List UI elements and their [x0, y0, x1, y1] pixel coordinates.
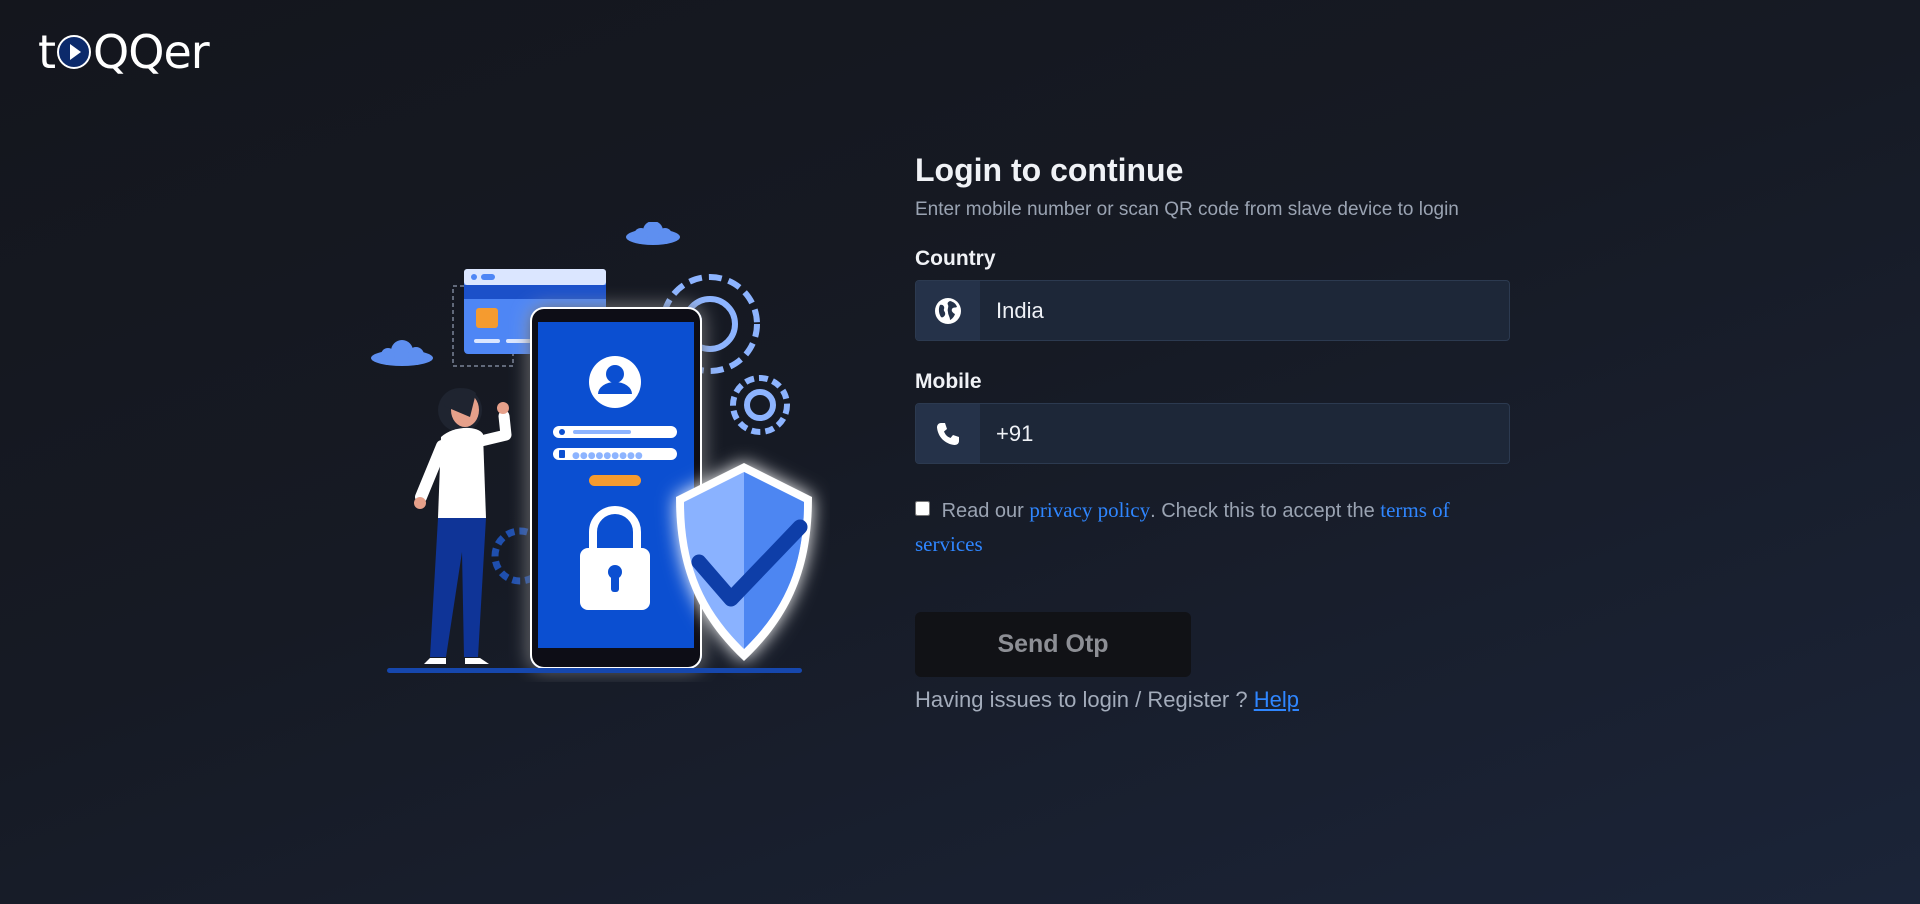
page-subtitle: Enter mobile number or scan QR code from… [915, 199, 1459, 220]
globe-icon [916, 281, 980, 340]
privacy-policy-link[interactable]: privacy policy [1029, 498, 1150, 522]
play-icon [57, 35, 92, 69]
page-title: Login to continue [915, 152, 1184, 188]
send-otp-button[interactable]: Send Otp [915, 612, 1191, 677]
logo-text-start: t [38, 25, 56, 79]
consent-checkbox[interactable] [915, 501, 930, 516]
logo-text-end: QQer [93, 25, 210, 79]
mobile-label: Mobile [915, 370, 982, 393]
phone-icon [916, 404, 980, 463]
brand-logo[interactable]: t QQer [38, 25, 210, 79]
login-form: Login to continue Enter mobile number or… [915, 150, 1510, 713]
country-select[interactable]: India [915, 280, 1510, 341]
svg-text:●●●●●●●●●: ●●●●●●●●● [572, 451, 643, 461]
consent-row: Read our privacy policy. Check this to a… [915, 494, 1510, 562]
mobile-input[interactable]: +91 [915, 403, 1510, 464]
country-label: Country [915, 247, 996, 270]
login-security-illustration: ●●●●●●●●● [371, 222, 812, 673]
help-text: Having issues to login / Register ? [915, 687, 1254, 712]
country-value: India [996, 297, 1044, 323]
phone-icon: ●●●●●●●●● [538, 322, 694, 648]
mobile-value: +91 [996, 420, 1034, 446]
person-illustration [414, 388, 512, 664]
consent-text-1: Read our [941, 500, 1030, 522]
help-row: Having issues to login / Register ? Help [915, 687, 1510, 713]
help-link[interactable]: Help [1254, 687, 1299, 712]
consent-text-2: . Check this to accept the [1150, 500, 1381, 522]
